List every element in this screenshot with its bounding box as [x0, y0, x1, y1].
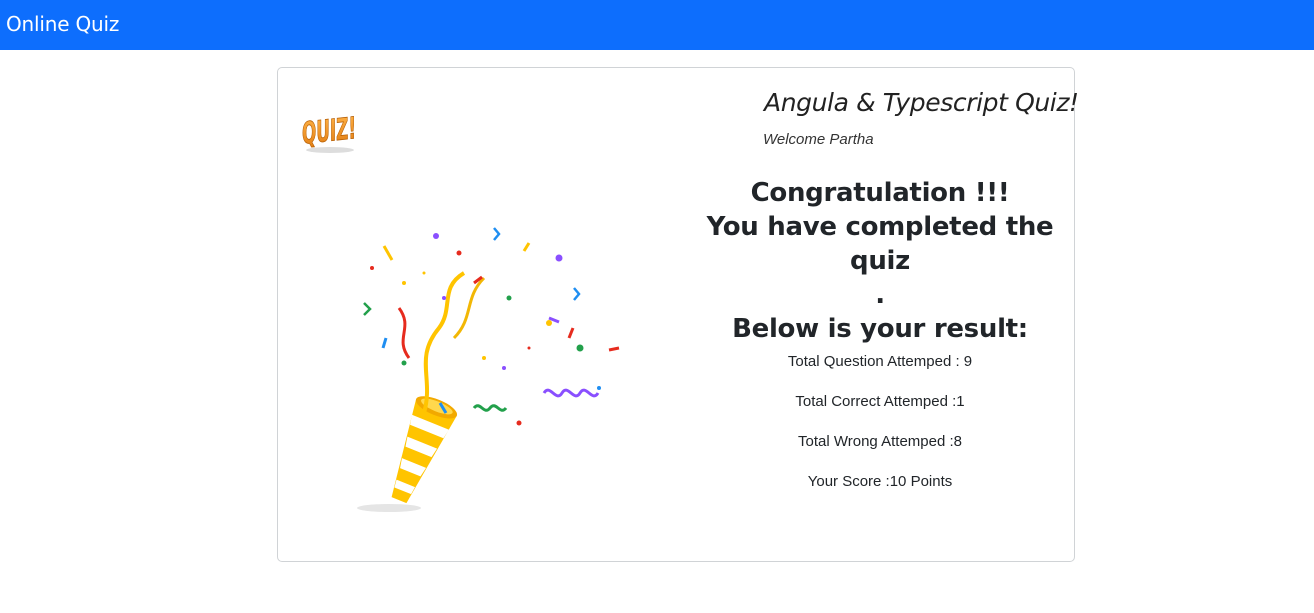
- result-section: Congratulation !!! You have completed th…: [680, 176, 1080, 492]
- top-navbar: Online Quiz: [0, 0, 1314, 50]
- stat-wrong: Total Wrong Attemped :8: [798, 433, 962, 450]
- congrats-heading-line1: Congratulation !!!: [750, 178, 1010, 208]
- result-heading: Below is your result:: [732, 314, 1028, 344]
- stat-total-attempted: Total Question Attemped : 9: [787, 353, 973, 370]
- quiz-title: Angula & Typescript Quiz!: [764, 88, 1079, 117]
- navbar-brand[interactable]: Online Quiz: [6, 12, 119, 36]
- result-card: QUIZ! Angula & Typescript Quiz! Welcome …: [277, 67, 1079, 562]
- welcome-message: Welcome Partha: [763, 131, 874, 148]
- quiz-logo-icon: QUIZ!: [302, 111, 356, 153]
- party-popper-icon: [357, 227, 620, 512]
- quiz-logo-text: QUIZ!: [302, 111, 356, 152]
- stat-correct: Total Correct Attemped :1: [795, 393, 965, 410]
- congrats-heading-line2: You have completed the quiz: [706, 212, 1054, 276]
- stat-score: Your Score :10 Points: [807, 473, 953, 490]
- congrats-heading-line3: .: [875, 280, 885, 310]
